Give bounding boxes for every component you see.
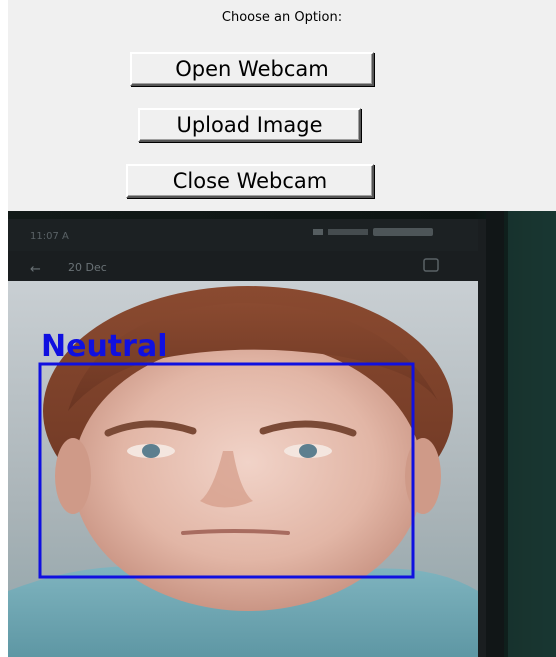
back-arrow-icon: ←: [30, 262, 41, 277]
webcam-feed: 11:07 A ← 20 Dec Neutral: [8, 211, 556, 657]
upload-image-button[interactable]: Upload Image: [138, 108, 361, 142]
close-webcam-button[interactable]: Close Webcam: [126, 164, 374, 198]
phone-header-date: 20 Dec: [68, 261, 107, 274]
app-window: Choose an Option: Open Webcam Upload Ima…: [8, 0, 556, 657]
emotion-label: Neutral: [41, 329, 167, 364]
choose-option-label: Choose an Option:: [221, 10, 343, 25]
webcam-image: 11:07 A ← 20 Dec Neutral: [8, 211, 556, 657]
phone-status-time: 11:07 A: [30, 231, 69, 242]
open-webcam-button[interactable]: Open Webcam: [130, 52, 374, 86]
